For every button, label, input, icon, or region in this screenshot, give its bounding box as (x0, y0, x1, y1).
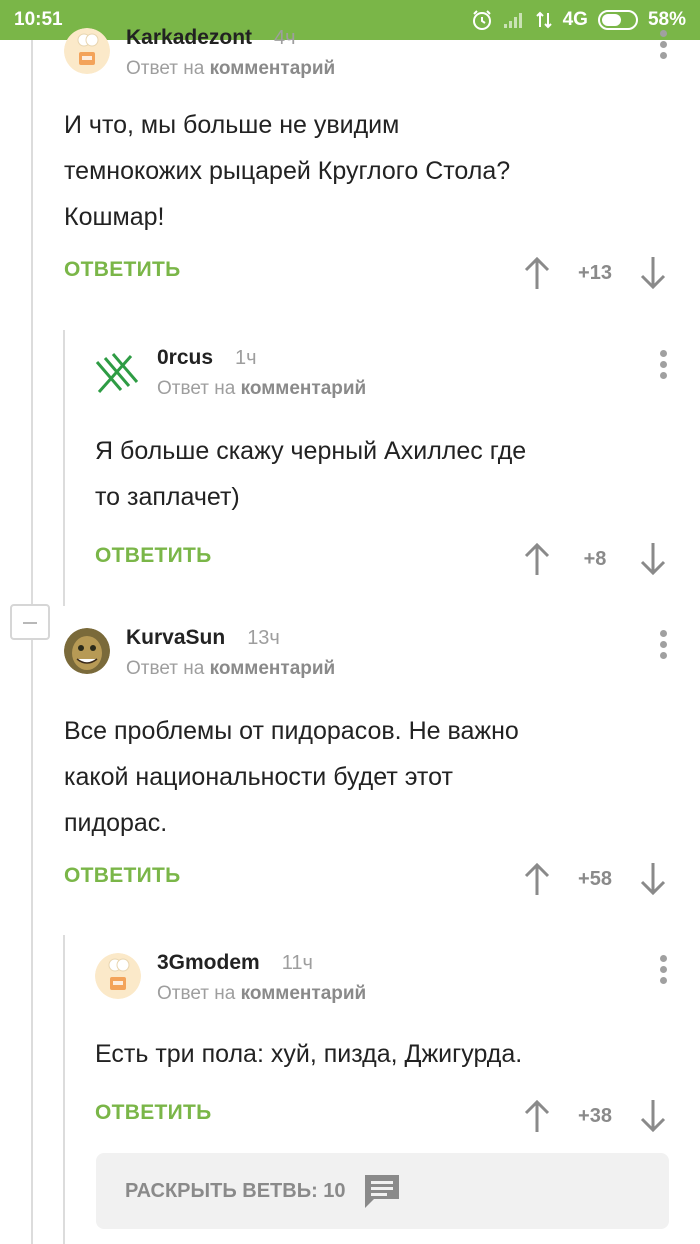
author-name[interactable]: 0rcus (157, 346, 213, 369)
comment-text-line: какой национальности будет этот (64, 763, 453, 791)
upvote-arrow-icon[interactable] (522, 862, 552, 896)
status-time: 10:51 (14, 9, 63, 30)
comment-item: Karkadezont 4ч Ответ на комментарий И что… (64, 20, 668, 298)
reply-to-line: Ответ на комментарий (126, 58, 335, 80)
comment-actions: ОТВЕТИТЬ +58 (64, 854, 668, 904)
vote-controls: +13 (522, 248, 668, 298)
comment-text: Я больше скажу черный Ахиллес где то зап… (95, 428, 668, 520)
comment-author[interactable]: KurvaSun 13ч (126, 626, 280, 650)
upvote-arrow-icon[interactable] (522, 1099, 552, 1133)
comment-text-line: пидорас. (64, 809, 168, 837)
comment-time: 13ч (247, 627, 280, 649)
comment-item: KurvaSun 13ч Ответ на комментарий Все про… (64, 620, 668, 904)
more-options-icon[interactable] (660, 350, 668, 383)
comment-text-line: то заплачет) (95, 483, 240, 511)
vote-controls: +38 (522, 1091, 668, 1141)
avatar[interactable] (64, 628, 110, 674)
comment-score: +38 (578, 1105, 612, 1127)
comment-actions: ОТВЕТИТЬ +8 (95, 534, 668, 584)
comment-actions: ОТВЕТИТЬ +13 (64, 248, 668, 298)
thread-line (31, 40, 33, 604)
reply-to-link[interactable]: комментарий (241, 983, 367, 1004)
expand-branch-button[interactable]: РАСКРЫТЬ ВЕТВЬ: 10 (96, 1153, 669, 1229)
comment-score: +8 (583, 548, 607, 570)
comment-header: 0rcus 1ч Ответ на комментарий (95, 340, 668, 400)
reply-to-prefix: Ответ на (126, 658, 205, 679)
comment-text: Есть три пола: хуй, пизда, Джигурда. (95, 1031, 668, 1077)
thread-line (31, 640, 33, 1244)
thread-line-nested (63, 935, 65, 1244)
collapse-thread-button[interactable] (10, 604, 50, 640)
reply-to-link[interactable]: комментарий (210, 58, 336, 79)
thread-line-nested (63, 330, 65, 606)
author-name[interactable]: Karkadezont (126, 26, 252, 49)
reply-to-line: Ответ на комментарий (126, 658, 335, 680)
comment-item: 0rcus 1ч Ответ на комментарий Я больше ск… (95, 340, 668, 584)
comment-text: Все проблемы от пидорасов. Не важно како… (64, 708, 668, 846)
reply-button[interactable]: ОТВЕТИТЬ (64, 258, 181, 282)
downvote-arrow-icon[interactable] (638, 542, 668, 576)
comment-header: KurvaSun 13ч Ответ на комментарий (64, 620, 668, 680)
comment-text-line: Я больше скажу черный Ахиллес где (95, 437, 527, 465)
expand-branch-label: РАСКРЫТЬ ВЕТВЬ: 10 (125, 1179, 346, 1202)
reply-to-line: Ответ на комментарий (157, 983, 366, 1005)
avatar[interactable] (64, 28, 110, 74)
more-options-icon[interactable] (660, 630, 668, 663)
downvote-arrow-icon[interactable] (638, 862, 668, 896)
comment-text-line: И что, мы больше не увидим (64, 111, 400, 139)
reply-to-link[interactable]: комментарий (241, 378, 367, 399)
author-name[interactable]: KurvaSun (126, 626, 225, 649)
comment-bubble-icon (364, 1175, 399, 1208)
comment-score: +13 (578, 262, 612, 284)
comment-text-line: Все проблемы от пидорасов. Не важно (64, 717, 519, 745)
comment-time: 4ч (274, 27, 296, 49)
comment-actions: ОТВЕТИТЬ +38 (95, 1091, 668, 1141)
reply-to-prefix: Ответ на (157, 983, 236, 1004)
upvote-arrow-icon[interactable] (522, 256, 552, 290)
comment-author[interactable]: 3Gmodem 11ч (157, 951, 313, 975)
face-avatar-icon (64, 628, 110, 674)
comment-header: Karkadezont 4ч Ответ на комментарий (64, 20, 668, 80)
comment-score: +58 (578, 868, 612, 890)
reply-button[interactable]: ОТВЕТИТЬ (95, 544, 212, 568)
comment-author[interactable]: 0rcus 1ч (157, 346, 257, 370)
chef-avatar-icon (95, 953, 141, 999)
comment-text-line: темнокожих рыцарей Круглого Стола? (64, 157, 511, 185)
comment-header: 3Gmodem 11ч Ответ на комментарий (95, 945, 668, 1005)
comment-time: 11ч (281, 952, 313, 974)
comment-text: И что, мы больше не увидим темнокожих ры… (64, 102, 668, 240)
reply-button[interactable]: ОТВЕТИТЬ (64, 864, 181, 888)
more-options-icon[interactable] (660, 30, 668, 63)
reply-to-line: Ответ на комментарий (157, 378, 366, 400)
reply-to-prefix: Ответ на (126, 58, 205, 79)
vote-controls: +58 (522, 854, 668, 904)
avatar[interactable] (95, 348, 141, 394)
reply-to-prefix: Ответ на (157, 378, 236, 399)
downvote-arrow-icon[interactable] (638, 1099, 668, 1133)
author-name[interactable]: 3Gmodem (157, 951, 260, 974)
avatar[interactable] (95, 953, 141, 999)
upvote-arrow-icon[interactable] (522, 542, 552, 576)
chef-avatar-icon (64, 28, 110, 74)
comment-item: 3Gmodem 11ч Ответ на комментарий Есть три… (95, 945, 668, 1141)
comment-text-line: Кошмар! (64, 203, 165, 231)
comment-text-line: Есть три пола: хуй, пизда, Джигурда. (95, 1040, 523, 1068)
downvote-arrow-icon[interactable] (638, 256, 668, 290)
reply-to-link[interactable]: комментарий (210, 658, 336, 679)
reply-button[interactable]: ОТВЕТИТЬ (95, 1101, 212, 1125)
comment-time: 1ч (235, 347, 257, 369)
vote-controls: +8 (522, 534, 668, 584)
comment-author[interactable]: Karkadezont 4ч (126, 26, 296, 50)
stripes-avatar-icon (95, 348, 141, 394)
more-options-icon[interactable] (660, 955, 668, 988)
